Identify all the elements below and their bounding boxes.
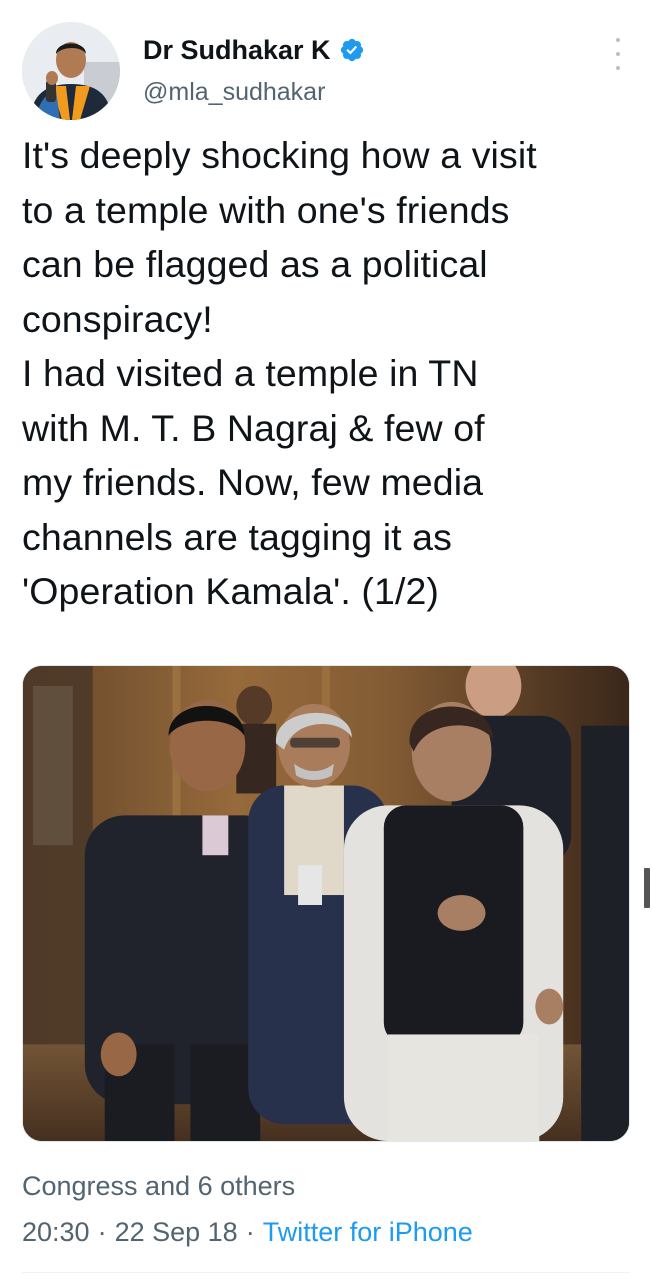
tweet-text: It's deeply shocking how a visit to a te… [22,128,632,619]
author-info[interactable]: Dr Sudhakar K @mla_sudhakar [143,34,365,108]
tweet-date[interactable]: 22 Sep 18 [115,1217,238,1247]
author-name-text[interactable]: Dr Sudhakar K [143,34,331,66]
tweet-header: Dr Sudhakar K @mla_sudhakar [22,22,632,120]
liked-by[interactable]: Congress and 6 others [22,1168,295,1204]
meta-separator: · [97,1217,107,1247]
meta-separator: · [245,1217,255,1247]
avatar[interactable] [22,22,120,120]
verified-badge-icon [340,38,363,62]
tweet-text-line: 'Operation Kamala'. (1/2) [22,570,440,612]
more-dot [616,52,620,56]
more-dot [616,38,620,42]
tweet-text-line: to a temple with one's friends [22,188,510,231]
tweet-meta: 20:30 · 22 Sep 18 · Twitter for iPhone [22,1214,473,1250]
divider [22,1272,630,1273]
tweet-source-link[interactable]: Twitter for iPhone [263,1217,473,1247]
tweet-text-line: with M. T. B Nagraj & few of [22,406,485,449]
tweet-text-line: my friends. Now, few media [22,461,484,503]
author-handle[interactable]: @mla_sudhakar [143,76,365,108]
tweet-text-line: can be flagged as a political [22,243,488,285]
more-vertical-icon[interactable] [612,38,624,70]
scrollbar-thumb[interactable] [644,868,650,908]
author-name[interactable]: Dr Sudhakar K [143,34,365,66]
more-dot [616,66,620,70]
tweet-text-line: I had visited a temple in TN [22,352,479,394]
tweet-text-line: It's deeply shocking how a visit [22,134,537,176]
profile-photo-icon [22,22,120,120]
tweet-photo[interactable] [22,665,630,1142]
photo-image [23,666,629,1141]
tweet-time[interactable]: 20:30 [22,1217,90,1247]
tweet-text-line: conspiracy! [22,297,213,340]
tweet-text-line: channels are tagging it as [22,515,452,558]
